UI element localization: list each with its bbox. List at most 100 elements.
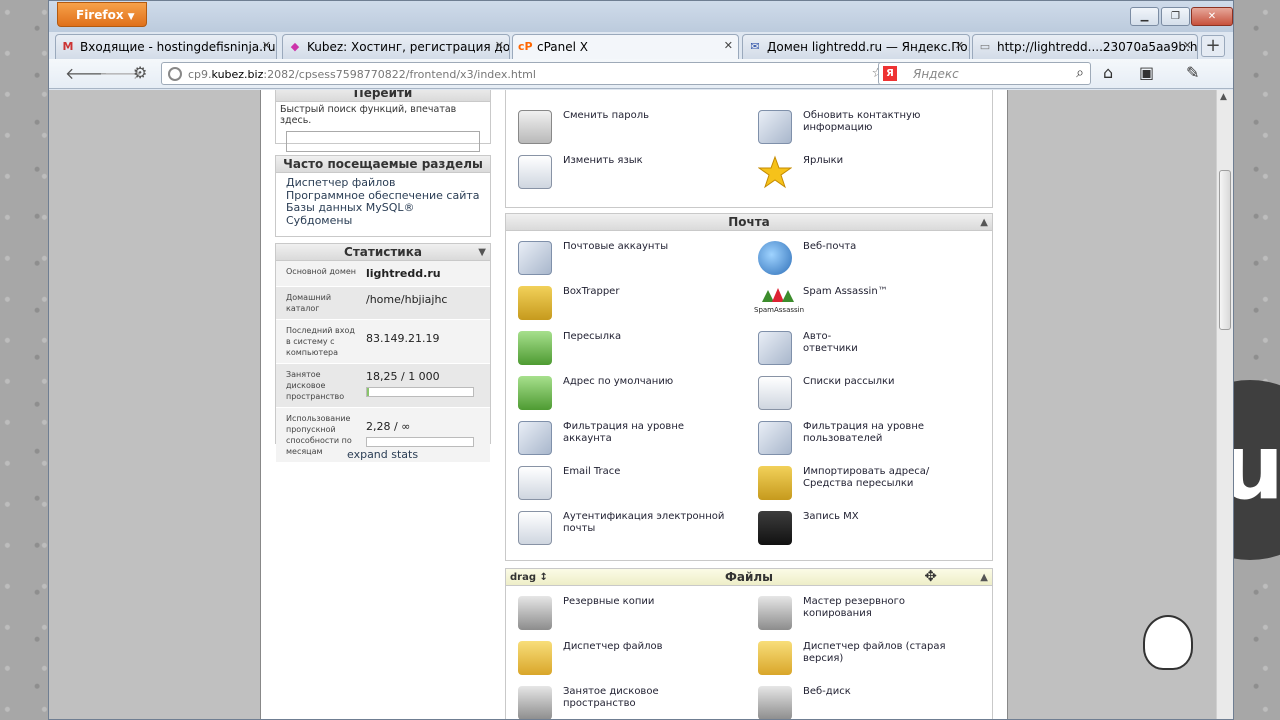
mailing-lists-item[interactable]: Списки рассылки xyxy=(746,376,976,421)
import-box-icon xyxy=(758,466,792,500)
user-filters-item[interactable]: Фильтрация на уровне пользователей xyxy=(746,421,976,466)
import-addresses-item[interactable]: Импортировать адреса/ Средства пересылки xyxy=(746,466,976,511)
addons-icon[interactable]: ✎ xyxy=(1186,63,1199,82)
email-accounts-item[interactable]: Почтовые аккаунты xyxy=(506,241,736,286)
page-viewport: Перейти Быстрый поиск функций, впечатав … xyxy=(49,90,1233,719)
legacy-file-manager-item[interactable]: Диспетчер файлов (старая версия) xyxy=(746,641,976,686)
tab-lightredd-page[interactable]: ▭ http://lightredd....23070a5aa9b.html ✕ xyxy=(972,34,1198,59)
email-trace-item[interactable]: Email Trace xyxy=(506,466,736,511)
contact-card-icon xyxy=(758,110,792,144)
mailing-list-icon xyxy=(758,376,792,410)
preferences-panel: Сменить пароль Обновить контактную инфор… xyxy=(505,90,993,208)
change-password-item[interactable]: Сменить пароль xyxy=(506,110,736,155)
webmail-globe-icon xyxy=(758,241,792,275)
minimize-button[interactable]: ▁ xyxy=(1130,7,1159,26)
autoresponders-item[interactable]: Авто-ответчики xyxy=(746,331,976,376)
firefox-menu-button[interactable]: Firefox ▼ xyxy=(57,2,147,27)
yandex-icon: Я xyxy=(883,66,897,81)
stats-title: Статистика ▼ xyxy=(276,244,490,261)
network-drive-icon xyxy=(758,686,792,719)
shortcuts-item[interactable]: Ярлыки xyxy=(746,155,976,200)
close-tab-icon[interactable]: ✕ xyxy=(955,39,964,52)
quick-search-input[interactable] xyxy=(286,131,480,152)
server-icon xyxy=(758,511,792,545)
close-tab-icon[interactable]: ✕ xyxy=(262,39,271,52)
disk-usage-icon xyxy=(518,686,552,719)
home-icon[interactable]: ⌂ xyxy=(1103,63,1113,82)
collapse-icon[interactable]: ▲ xyxy=(980,214,988,231)
stat-row: Домашний каталог /home/hbjiajhc xyxy=(276,287,490,320)
kubez-icon: ◆ xyxy=(290,40,300,53)
frequent-title: Часто посещаемые разделы xyxy=(276,156,490,173)
folder-icon xyxy=(758,641,792,675)
quick-search-label: Быстрый поиск функций, впечатав здесь. xyxy=(280,104,457,126)
gmail-icon: M xyxy=(62,40,74,53)
mail-icon: ✉ xyxy=(750,40,760,53)
link-mysql[interactable]: Базы данных MySQL® xyxy=(286,201,480,215)
scroll-up-icon[interactable]: ▲ xyxy=(1220,92,1227,102)
tab-gmail[interactable]: M Входящие - hostingdefisninja.ru@...✕ xyxy=(55,34,277,59)
collapse-icon[interactable]: ▲ xyxy=(980,569,988,586)
filter-icon xyxy=(518,421,552,455)
account-filters-item[interactable]: Фильтрация на уровне аккаунта xyxy=(506,421,736,466)
new-tab-button[interactable]: + xyxy=(1201,35,1225,57)
update-contact-item[interactable]: Обновить контактную информацию xyxy=(746,110,976,155)
boxtrapper-item[interactable]: BoxTrapper xyxy=(506,286,736,331)
bandwidth-bar xyxy=(366,437,474,447)
scrollbar-thumb[interactable] xyxy=(1219,170,1231,330)
disk-usage-item[interactable]: Занятое дисковое пространство xyxy=(506,686,736,719)
files-title: drag ↕ Файлы ✥ ▲ xyxy=(506,567,992,586)
disk-usage-bar xyxy=(366,387,474,397)
lock-icon xyxy=(518,110,552,144)
globe-icon xyxy=(168,67,182,81)
tab-cpanel[interactable]: cP cPanel X ✕ xyxy=(512,34,739,59)
move-cursor-icon: ✥ xyxy=(924,567,937,585)
backup-disk-icon xyxy=(518,596,552,630)
backup-wizard-item[interactable]: Мастер резервного копирования xyxy=(746,596,976,641)
spam-assassin-item[interactable]: SpamAssassin Spam Assassin™ xyxy=(746,286,976,331)
change-language-item[interactable]: Изменить язык xyxy=(506,155,736,200)
forward-arrow-icon xyxy=(518,331,552,365)
stat-row: Занятое дисковое пространство 18,25 / 1 … xyxy=(276,364,490,408)
default-address-item[interactable]: Адрес по умолчанию xyxy=(506,376,736,421)
mail-panel: Почта ▲ Почтовые аккаунты Веб-почта BoxTr… xyxy=(505,213,993,561)
trace-icon xyxy=(518,466,552,500)
frequent-box: Часто посещаемые разделы Диспетчер файло… xyxy=(275,155,491,237)
link-subdomains[interactable]: Субдомены xyxy=(286,214,480,228)
download-arrow-icon xyxy=(518,376,552,410)
mx-entry-item[interactable]: Запись MX xyxy=(746,511,976,556)
close-window-button[interactable]: ✕ xyxy=(1191,7,1233,26)
spamassassin-icon: SpamAssassin xyxy=(754,286,804,320)
tab-strip: M Входящие - hostingdefisninja.ru@...✕ ◆… xyxy=(49,32,1233,59)
collapse-icon[interactable]: ▼ xyxy=(478,244,486,261)
envelope-icon xyxy=(518,241,552,275)
goto-box: Перейти Быстрый поиск функций, впечатав … xyxy=(275,90,491,152)
wizard-wand-icon xyxy=(758,596,792,630)
search-icon[interactable]: ⌕ xyxy=(1076,65,1084,81)
email-authentication-item[interactable]: Аутентификация электронной почты xyxy=(506,511,736,556)
url-bar[interactable]: cp9.kubez.biz:2082/cpsess7598770822/fron… xyxy=(161,62,916,85)
webmail-item[interactable]: Веб-почта xyxy=(746,241,976,286)
backups-item[interactable]: Резервные копии xyxy=(506,596,736,641)
file-manager-item[interactable]: Диспетчер файлов xyxy=(506,641,736,686)
stat-row: Последний вход в систему с компьютера 83… xyxy=(276,320,490,364)
bookmarks-icon[interactable]: ▣ xyxy=(1139,63,1154,82)
maximize-button[interactable]: ❐ xyxy=(1161,7,1190,26)
tab-yandex-mail[interactable]: ✉ Домен lightredd.ru — Яндекс.По... ✕ xyxy=(742,34,970,59)
expand-stats-link[interactable]: expand stats xyxy=(347,448,418,461)
user-filter-icon xyxy=(758,421,792,455)
close-tab-icon[interactable]: ✕ xyxy=(495,39,504,52)
forwarders-item[interactable]: Пересылка xyxy=(506,331,736,376)
language-icon xyxy=(518,155,552,189)
link-file-manager[interactable]: Диспетчер файлов xyxy=(286,176,480,190)
browser-window: Firefox ▼ ▁ ❐ ✕ M Входящие - hostingdefis… xyxy=(48,0,1234,720)
web-disk-item[interactable]: Веб-диск xyxy=(746,686,976,719)
drag-handle[interactable]: drag ↕ xyxy=(510,569,548,586)
close-tab-icon[interactable]: ✕ xyxy=(1183,39,1192,52)
close-tab-icon[interactable]: ✕ xyxy=(724,39,733,52)
page-icon: ▭ xyxy=(979,40,991,53)
boxtrapper-icon xyxy=(518,286,552,320)
search-box[interactable]: Я Яндекс ⌕ xyxy=(878,62,1091,85)
tab-kubez[interactable]: ◆ Kubez: Хостинг, регистрация дом... ✕ xyxy=(282,34,510,59)
identity-icon[interactable]: ⚙ xyxy=(133,63,147,82)
